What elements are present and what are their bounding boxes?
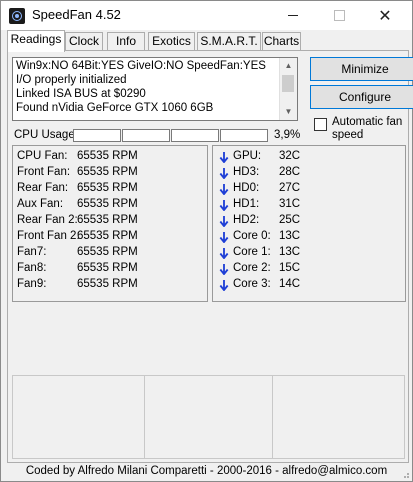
- log-scrollbar[interactable]: ▲ ▼: [279, 58, 297, 120]
- divider: [272, 376, 273, 458]
- fan-speed-value: 65535 RPM: [77, 214, 138, 226]
- arrow-down-icon: [219, 232, 229, 243]
- fan-speed-value: 65535 RPM: [77, 246, 138, 258]
- title-bar[interactable]: SpeedFan 4.52 ✕: [1, 1, 412, 30]
- fan-name: CPU Fan:: [17, 150, 68, 162]
- temperature-value: 27C: [279, 182, 301, 194]
- sensor-name: HD3:: [233, 166, 260, 178]
- log-line: Win9x:NO 64Bit:YES GiveIO:NO SpeedFan:YE…: [16, 60, 266, 72]
- fan-speed-value: 65535 RPM: [77, 166, 138, 178]
- log-line: I/O properly initialized: [16, 74, 127, 86]
- status-bar-credits: Coded by Alfredo Milani Comparetti - 200…: [25, 465, 388, 477]
- temperatures-box: GPU: 32C HD3: 28C HD0: 27C HD1: 31C HD2: 25C Core …: [212, 145, 406, 302]
- sensor-name: GPU:: [233, 150, 262, 162]
- fan-name: Front Fan 2:: [17, 230, 80, 242]
- tab-readings[interactable]: Readings: [7, 30, 65, 52]
- temperature-value: 13C: [279, 230, 301, 242]
- fan-speed-value: 65535 RPM: [77, 278, 138, 290]
- temperature-value: 14C: [279, 278, 301, 290]
- tab-smart[interactable]: S.M.A.R.T.: [197, 32, 261, 50]
- fan-speed-value: 65535 RPM: [77, 262, 138, 274]
- fan-name: Front Fan:: [17, 166, 71, 178]
- scroll-thumb[interactable]: [282, 75, 294, 92]
- cpu-usage-percent: 3,9%: [274, 129, 301, 141]
- window-title: SpeedFan 4.52: [32, 7, 121, 22]
- sensor-name: HD0:: [233, 182, 260, 194]
- arrow-down-icon: [219, 200, 229, 211]
- sensor-name: Core 1:: [233, 246, 271, 258]
- configure-button[interactable]: Configure: [310, 85, 413, 109]
- cpu-core-bar: [171, 129, 219, 142]
- temperature-value: 13C: [279, 246, 301, 258]
- scroll-down-icon[interactable]: ▼: [280, 104, 297, 120]
- arrow-down-icon: [219, 248, 229, 259]
- tab-exotics[interactable]: Exotics: [148, 32, 195, 50]
- cpu-core-bar: [220, 129, 268, 142]
- arrow-down-icon: [219, 152, 229, 163]
- close-icon: ✕: [378, 7, 392, 25]
- speedfan-app-icon: [9, 8, 25, 24]
- fan-name: Rear Fan 2:: [17, 214, 78, 226]
- fan-name: Fan9:: [17, 278, 47, 290]
- arrow-down-icon: [219, 168, 229, 179]
- lower-readings-area: [12, 375, 405, 459]
- fan-name: Fan8:: [17, 262, 47, 274]
- sensor-name: Core 0:: [233, 230, 271, 242]
- tab-info[interactable]: Info: [107, 32, 145, 50]
- fan-speed-value: 65535 RPM: [77, 182, 138, 194]
- minimize-button[interactable]: Minimize: [310, 57, 413, 81]
- cpu-core-bar: [122, 129, 170, 142]
- sensor-name: HD1:: [233, 198, 260, 210]
- fan-name: Rear Fan:: [17, 182, 69, 194]
- sensor-name: HD2:: [233, 214, 260, 226]
- fan-speed-value: 65535 RPM: [77, 150, 138, 162]
- minimize-icon: [288, 15, 298, 16]
- arrow-down-icon: [219, 184, 229, 195]
- cpu-usage-label: CPU Usage: [14, 129, 75, 141]
- temperature-value: 28C: [279, 166, 301, 178]
- tab-charts[interactable]: Charts: [262, 32, 301, 50]
- temperature-value: 25C: [279, 214, 301, 226]
- fan-name: Fan7:: [17, 246, 47, 258]
- fan-speeds-box: CPU Fan: 65535 RPM Front Fan: 65535 RPM Rear…: [12, 145, 208, 302]
- fan-name: Aux Fan:: [17, 198, 64, 210]
- cpu-core-bar: [73, 129, 121, 142]
- log-line: Found nVidia GeForce GTX 1060 6GB: [16, 102, 214, 114]
- automatic-fan-speed-label: Automatic fan speed: [332, 116, 403, 141]
- sensor-name: Core 3:: [233, 278, 271, 290]
- maximize-icon: [333, 10, 345, 21]
- speedfan-window: SpeedFan 4.52 ✕ Readings Clock Info Exot…: [0, 0, 413, 482]
- fan-speed-value: 65535 RPM: [77, 230, 138, 242]
- maximize-window-button[interactable]: [316, 1, 362, 30]
- automatic-fan-speed-checkbox[interactable]: [314, 118, 327, 131]
- arrow-down-icon: [219, 280, 229, 291]
- arrow-down-icon: [219, 216, 229, 227]
- divider: [144, 376, 145, 458]
- arrow-down-icon: [219, 264, 229, 275]
- close-window-button[interactable]: ✕: [362, 1, 408, 30]
- minimize-window-button[interactable]: [270, 1, 316, 30]
- tab-clock[interactable]: Clock: [65, 32, 103, 50]
- temperature-value: 31C: [279, 198, 301, 210]
- log-line: Linked ISA BUS at $0290: [16, 88, 146, 100]
- fan-speed-value: 65535 RPM: [77, 198, 138, 210]
- temperature-value: 32C: [279, 150, 301, 162]
- temperature-value: 15C: [279, 262, 301, 274]
- sensor-name: Core 2:: [233, 262, 271, 274]
- resize-grip-icon[interactable]: [400, 469, 410, 479]
- scroll-up-icon[interactable]: ▲: [280, 58, 297, 74]
- readings-panel: Win9x:NO 64Bit:YES GiveIO:NO SpeedFan:YE…: [7, 50, 413, 463]
- log-textbox[interactable]: Win9x:NO 64Bit:YES GiveIO:NO SpeedFan:YE…: [12, 57, 298, 121]
